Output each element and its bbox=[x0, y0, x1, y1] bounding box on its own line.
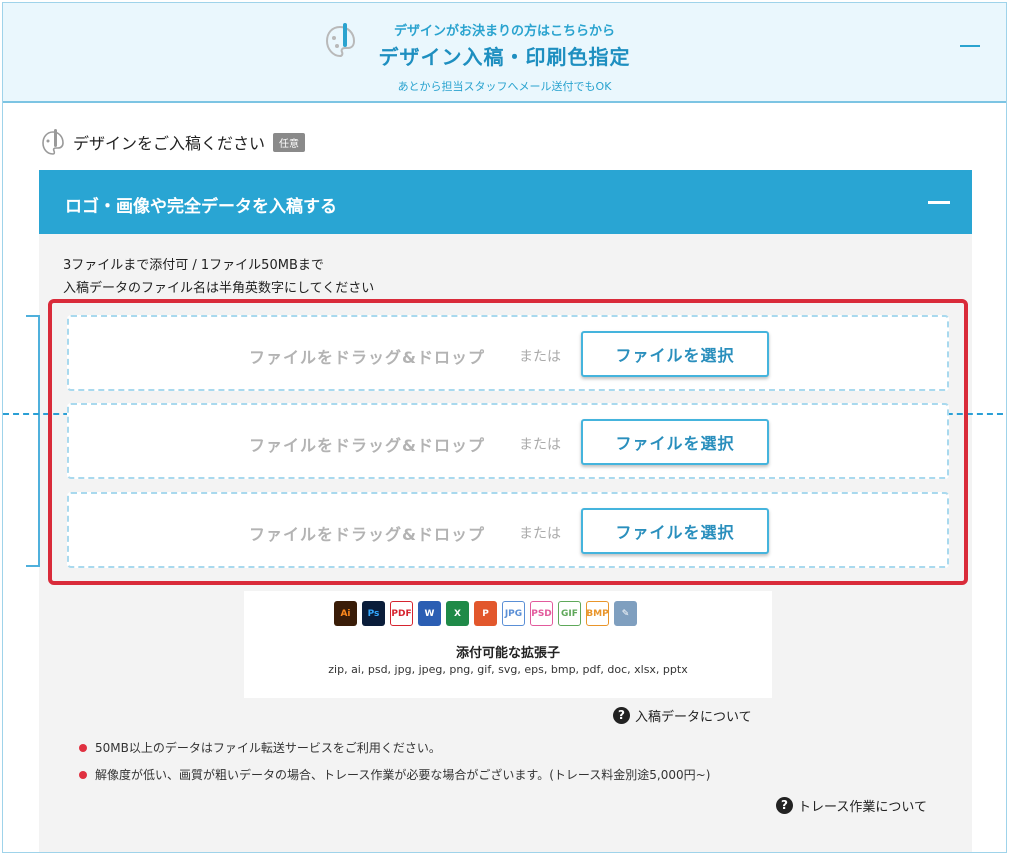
filename-rule-info: 入稿データのファイル名は半角英数字にしてください bbox=[63, 281, 375, 296]
allowed-extensions-list: zip, ai, psd, jpg, jpeg, png, gif, svg, … bbox=[328, 663, 688, 676]
bullet-dot-icon bbox=[79, 743, 87, 752]
upload-panel-header[interactable]: ロゴ・画像や完全データを入稿する bbox=[39, 170, 972, 234]
upload-page: デザインがお決まりの方はこちらから デザイン入稿・印刷色指定 あとから担当スタッ… bbox=[2, 2, 1007, 853]
file-type-icon: PDF bbox=[390, 601, 413, 626]
note-item: 50MB以上のデータはファイル転送サービスをご利用ください。 bbox=[79, 739, 441, 756]
upload-limit-info: 3ファイルまで添付可 / 1ファイル50MBまで bbox=[63, 258, 324, 273]
file-type-icons: Ai Ps PDF W X P JPG PSD GIF BMP ✎ bbox=[334, 601, 637, 626]
file-type-icon: W bbox=[418, 601, 441, 626]
file-type-icon: GIF bbox=[558, 601, 581, 626]
header-note: あとから担当スタッフへメール送付でもOK bbox=[397, 80, 612, 93]
bullet-dot-icon bbox=[79, 770, 87, 779]
file-type-icon: P bbox=[474, 601, 497, 626]
collapse-panel-button[interactable] bbox=[928, 201, 950, 204]
file-type-icon: JPG bbox=[502, 601, 525, 626]
note-text: 解像度が低い、画質が粗いデータの場合、トレース作業が必要な場合がございます。(ト… bbox=[95, 768, 711, 782]
section-title: デザインをご入稿ください 任意 bbox=[41, 128, 306, 156]
file-type-icon: PSD bbox=[530, 601, 553, 626]
allowed-extensions-title: 添付可能な拡張子 bbox=[455, 646, 560, 661]
optional-badge: 任意 bbox=[273, 132, 306, 152]
upload-panel-title: ロゴ・画像や完全データを入稿する bbox=[65, 197, 337, 217]
note-item: 解像度が低い、画質が粗いデータの場合、トレース作業が必要な場合がございます。(ト… bbox=[79, 766, 710, 783]
header-subtitle: デザインがお決まりの方はこちらから bbox=[393, 24, 615, 39]
question-icon: ? bbox=[776, 796, 793, 814]
file-type-icon: Ai bbox=[334, 601, 357, 626]
question-icon: ? bbox=[613, 706, 630, 724]
dropzone-highlight-box bbox=[48, 299, 968, 585]
about-data-link-text: 入稿データについて bbox=[635, 709, 752, 725]
file-type-icon: BMP bbox=[586, 601, 609, 626]
palette-icon bbox=[42, 129, 64, 155]
about-trace-link-text: トレース作業について bbox=[798, 799, 927, 815]
design-submission-header[interactable]: デザインがお決まりの方はこちらから デザイン入稿・印刷色指定 あとから担当スタッ… bbox=[3, 3, 1006, 103]
allowed-extensions-box: Ai Ps PDF W X P JPG PSD GIF BMP ✎ 添付可能な拡張子 zip, ai… bbox=[244, 591, 772, 698]
side-bracket bbox=[26, 315, 40, 567]
file-type-icon: ✎ bbox=[614, 601, 637, 626]
about-data-link[interactable]: ? 入稿データについて bbox=[613, 705, 752, 725]
file-type-icon: X bbox=[446, 601, 469, 626]
about-trace-link[interactable]: ? トレース作業について bbox=[776, 795, 927, 815]
file-type-icon: Ps bbox=[362, 601, 385, 626]
header-title: デザイン入稿・印刷色指定 bbox=[378, 45, 631, 69]
note-text: 50MB以上のデータはファイル転送サービスをご利用ください。 bbox=[95, 741, 441, 755]
section-title-text: デザインをご入稿ください bbox=[73, 134, 266, 153]
collapse-header-button[interactable] bbox=[960, 45, 980, 47]
